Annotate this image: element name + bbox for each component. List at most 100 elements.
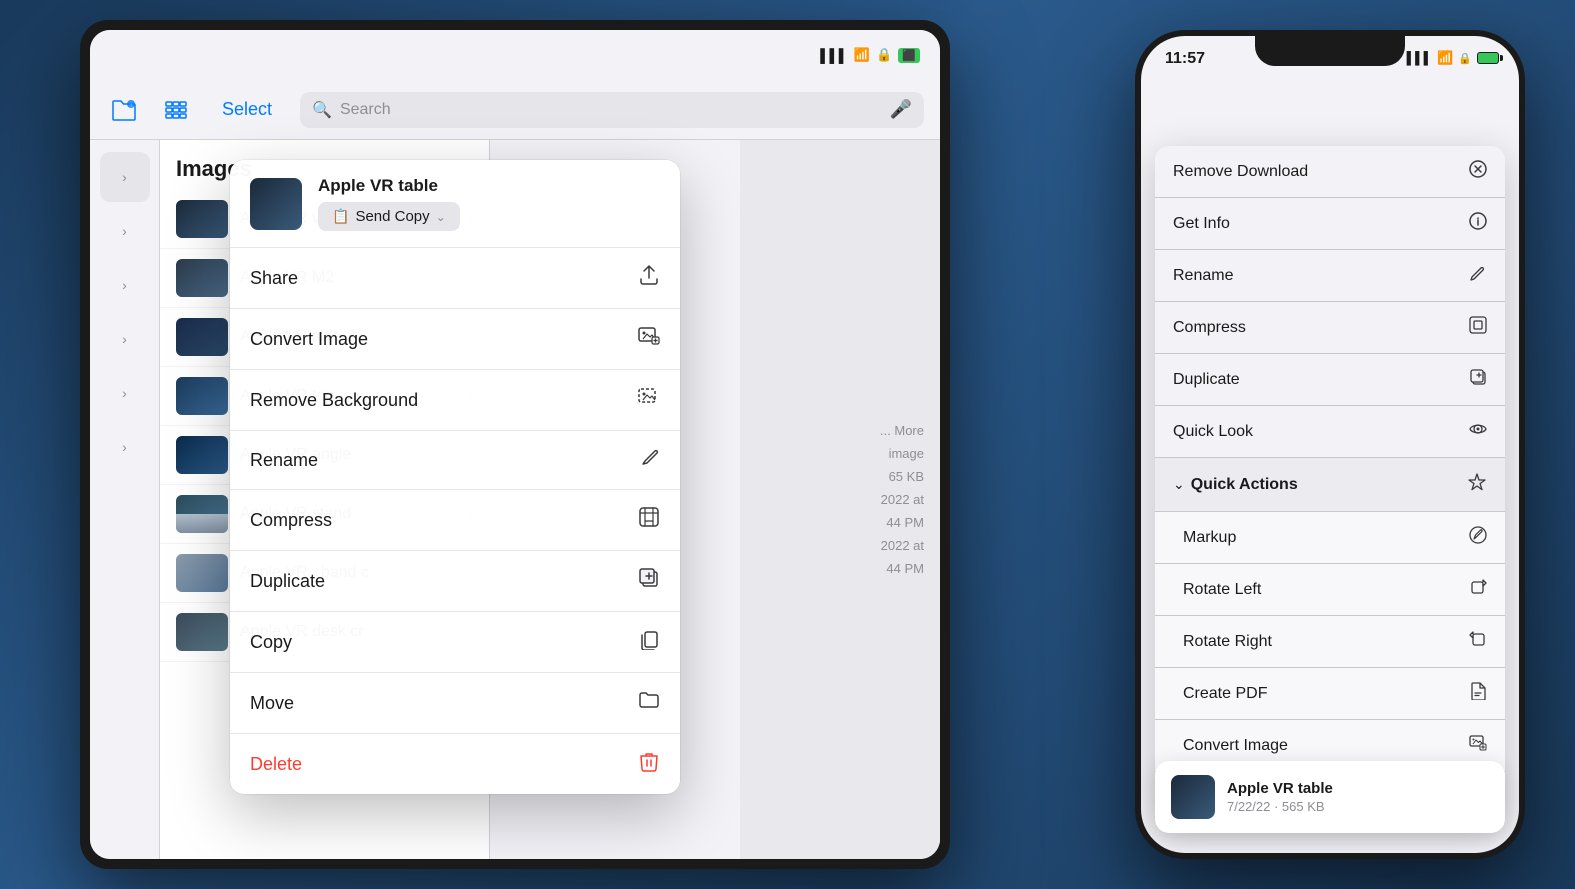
detail-kind: image	[889, 446, 924, 461]
file-thumbnail-3	[176, 318, 228, 356]
iphone-menu-quick-look[interactable]: Quick Look	[1155, 406, 1505, 458]
remove-background-icon	[638, 386, 660, 414]
iphone-signal-icon: ▌▌▌	[1407, 51, 1433, 65]
iphone-file-title: Apple VR table	[1227, 780, 1489, 797]
send-chevron-icon: ⌄	[436, 210, 446, 224]
quick-actions-icon	[1467, 472, 1487, 497]
file-thumbnail-6	[176, 495, 228, 533]
iphone-lock-icon: 🔒	[1458, 52, 1472, 65]
iphone-wifi-icon: 📶	[1437, 50, 1453, 66]
markup-icon	[1469, 526, 1487, 549]
compress-icon	[638, 506, 660, 534]
share-label: Share	[250, 268, 638, 289]
context-menu-thumbnail	[250, 178, 302, 230]
quick-action-create-pdf[interactable]: Create PDF	[1155, 668, 1505, 720]
search-icon: 🔍	[312, 100, 332, 120]
create-pdf-icon	[1469, 682, 1487, 705]
iphone-menu-get-info[interactable]: Get Info	[1155, 198, 1505, 250]
mic-icon[interactable]: 🎤	[890, 99, 912, 120]
menu-item-rename[interactable]: Rename	[230, 431, 680, 490]
menu-item-move[interactable]: Move	[230, 673, 680, 734]
select-button[interactable]: Select	[210, 93, 284, 126]
remove-download-icon	[1469, 160, 1487, 183]
convert-image-icon	[638, 325, 660, 353]
get-info-label: Get Info	[1173, 215, 1469, 233]
iphone-menu-duplicate[interactable]: Duplicate	[1155, 354, 1505, 406]
markup-label: Markup	[1183, 529, 1469, 547]
detail-panel: ••• Apple VR table 📋 Send Copy ⌄	[490, 140, 940, 859]
file-thumbnail-7	[176, 554, 228, 592]
iphone-convert-image-label: Convert Image	[1183, 737, 1469, 755]
lock-icon: 🔒	[876, 47, 892, 63]
move-label: Move	[250, 693, 638, 714]
ipad-main-content: › › › › › › Images	[90, 140, 940, 859]
move-icon	[638, 689, 660, 717]
signal-icon: ▌▌▌	[820, 48, 848, 63]
rotate-left-label: Rotate Left	[1183, 581, 1469, 599]
menu-item-compress[interactable]: Compress	[230, 490, 680, 551]
send-copy-label: Send Copy	[355, 208, 429, 225]
iphone-menu-rename[interactable]: Rename	[1155, 250, 1505, 302]
detail-time2: 44 PM	[886, 561, 924, 576]
detail-size: 65 KB	[889, 469, 924, 484]
send-copy-button[interactable]: 📋 Send Copy ⌄	[318, 202, 460, 231]
detail-more-info: ... More	[880, 423, 924, 438]
detail-time1: 44 PM	[886, 515, 924, 530]
quick-actions-header[interactable]: ⌄ Quick Actions	[1155, 458, 1505, 512]
chevron-right-icon-4: ›	[122, 331, 127, 347]
sidebar-item-6[interactable]: ›	[100, 422, 150, 472]
context-menu-header: Apple VR table 📋 Send Copy ⌄	[230, 160, 680, 248]
menu-item-share[interactable]: Share	[230, 248, 680, 309]
quick-action-rotate-right[interactable]: Rotate Right	[1155, 616, 1505, 668]
iphone-battery-icon	[1477, 52, 1499, 64]
iphone-context-menu: Remove Download Get Info	[1155, 146, 1505, 823]
iphone-compress-label: Compress	[1173, 319, 1469, 337]
ipad-toolbar: ↑ Select 🔍 Search	[90, 80, 940, 140]
iphone-bottom-info: Apple VR table 7/22/22 · 565 KB	[1227, 780, 1489, 814]
iphone-duplicate-label: Duplicate	[1173, 371, 1469, 389]
search-bar[interactable]: 🔍 Search 🎤	[300, 92, 924, 128]
duplicate-icon	[638, 567, 660, 595]
iphone-bottom-bar: Apple VR table 7/22/22 · 565 KB	[1155, 761, 1505, 833]
ipad-context-menu: Apple VR table 📋 Send Copy ⌄ Share	[230, 160, 680, 794]
folder-icon[interactable]: ↑	[106, 92, 142, 128]
iphone-menu-remove-download[interactable]: Remove Download	[1155, 146, 1505, 198]
sidebar-item-5[interactable]: ›	[100, 368, 150, 418]
iphone-compress-icon	[1469, 316, 1487, 339]
search-placeholder: Search	[340, 101, 391, 119]
send-copy-icon: 📋	[332, 208, 349, 225]
ipad-status-icons: ▌▌▌ 📶 🔒 ⬛	[820, 47, 920, 63]
sidebar-item-3[interactable]: ›	[100, 260, 150, 310]
grid-icon[interactable]	[158, 92, 194, 128]
chevron-right-icon-2: ›	[122, 223, 127, 239]
quick-action-rotate-left[interactable]: Rotate Left	[1155, 564, 1505, 616]
menu-item-duplicate[interactable]: Duplicate	[230, 551, 680, 612]
chevron-right-icon-5: ›	[122, 385, 127, 401]
menu-item-delete[interactable]: Delete	[230, 734, 680, 794]
ipad-screen: ▌▌▌ 📶 🔒 ⬛ ↑	[90, 30, 940, 859]
quick-actions-label: Quick Actions	[1191, 476, 1467, 494]
rotate-right-icon	[1469, 630, 1487, 653]
iphone-menu-compress[interactable]: Compress	[1155, 302, 1505, 354]
rotate-left-icon	[1469, 578, 1487, 601]
remove-download-label: Remove Download	[1173, 163, 1469, 181]
iphone-convert-image-icon	[1469, 734, 1487, 757]
iphone-file-subtitle: 7/22/22 · 565 KB	[1227, 799, 1489, 814]
iphone-bottom-thumbnail	[1171, 775, 1215, 819]
file-thumbnail-8	[176, 613, 228, 651]
menu-item-convert-image[interactable]: Convert Image	[230, 309, 680, 370]
sidebar-item-4[interactable]: ›	[100, 314, 150, 364]
sidebar: › › › › › ›	[90, 140, 160, 859]
sidebar-item-images[interactable]: ›	[100, 152, 150, 202]
quick-action-markup[interactable]: Markup	[1155, 512, 1505, 564]
delete-label: Delete	[250, 754, 638, 775]
ipad-status-bar: ▌▌▌ 📶 🔒 ⬛	[90, 30, 940, 80]
menu-item-copy[interactable]: Copy	[230, 612, 680, 673]
delete-icon	[638, 750, 660, 778]
menu-item-remove-background[interactable]: Remove Background	[230, 370, 680, 431]
iphone-rename-icon	[1469, 264, 1487, 287]
iphone-status-right: ▌▌▌ 📶 🔒	[1407, 50, 1499, 66]
file-thumbnail-1	[176, 200, 228, 238]
sidebar-item-2[interactable]: ›	[100, 206, 150, 256]
iphone-time: 11:57	[1165, 50, 1205, 68]
